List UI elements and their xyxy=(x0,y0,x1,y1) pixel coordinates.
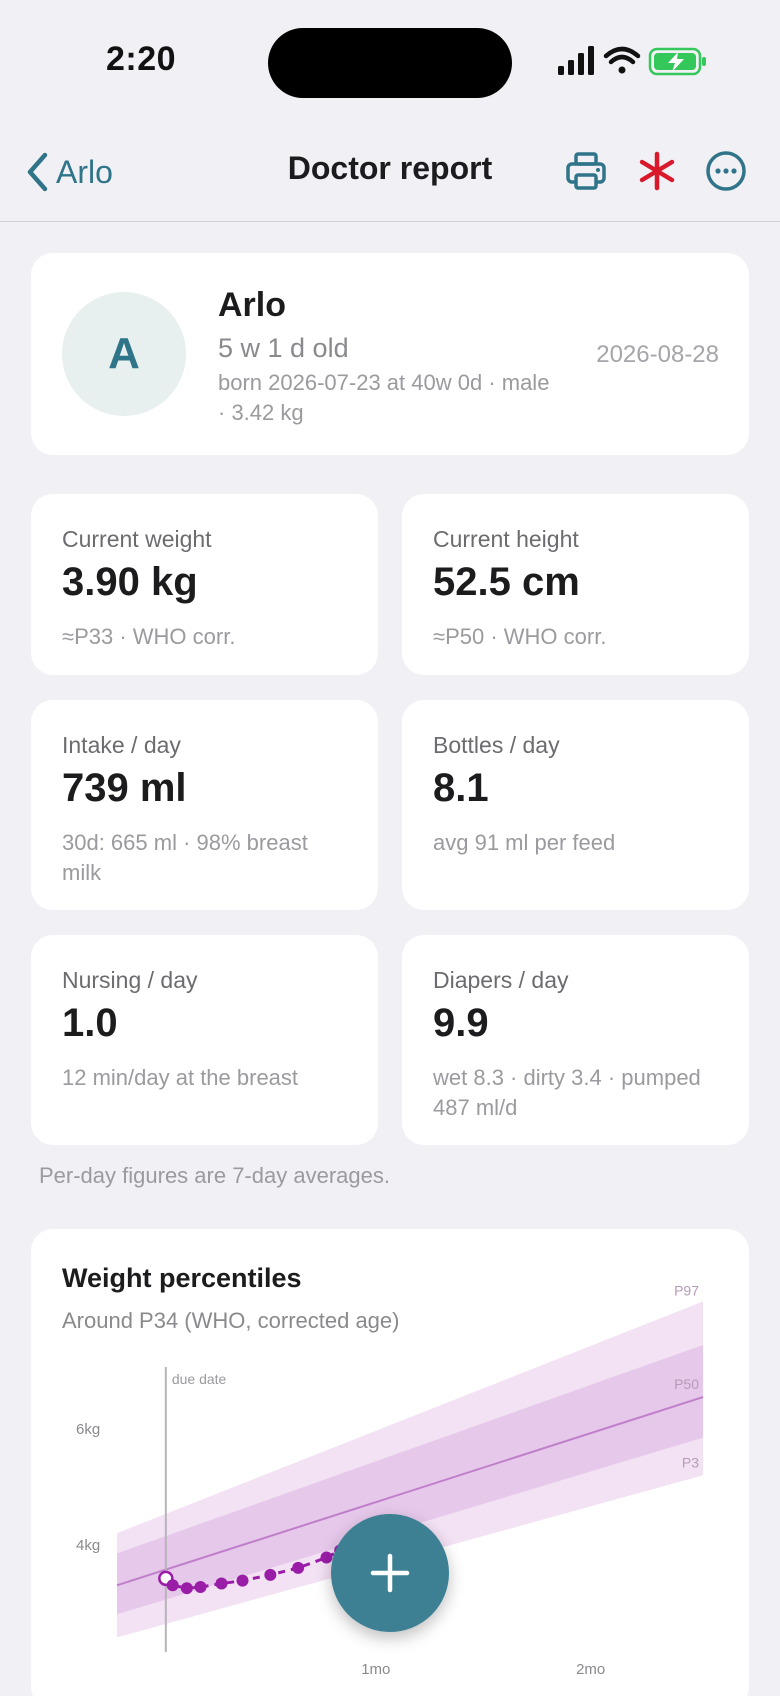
asterisk-icon xyxy=(639,151,675,191)
stat-value: 8.1 xyxy=(433,766,489,810)
child-age: 5 w 1 d old xyxy=(218,333,349,363)
x-tick-label: 2mo xyxy=(576,1661,605,1678)
print-button[interactable] xyxy=(557,142,615,200)
x-tick-label: 1mo xyxy=(361,1661,390,1678)
stat-card-weight: Current weight 3.90 kg ≈P33 · WHO corr. xyxy=(31,494,378,675)
report-date: 2026-08-28 xyxy=(596,341,719,368)
stat-note: 30d: 665 ml · 98% breast milk xyxy=(62,830,308,885)
stat-value: 739 ml xyxy=(62,766,187,810)
stat-note: ≈P50 · WHO corr. xyxy=(433,624,607,649)
stat-value: 1.0 xyxy=(62,1001,118,1045)
stat-card-height: Current height 52.5 cm ≈P50 · WHO corr. xyxy=(402,494,749,675)
stat-card-nursing: Nursing / day 1.0 12 min/day at the brea… xyxy=(31,935,378,1145)
status-bar: 2:20 xyxy=(0,0,780,120)
stat-note: wet 8.3 · dirty 3.4 · pumped 487 ml/d xyxy=(433,1065,701,1120)
status-time: 2:20 xyxy=(106,40,177,78)
status-icons xyxy=(558,46,706,76)
weight-point xyxy=(264,1568,277,1581)
profile-card: A Arlo 5 w 1 d old born 2026-07-23 at 40… xyxy=(31,253,749,455)
y-tick-label: 6kg xyxy=(76,1421,100,1438)
stat-card-diapers: Diapers / day 9.9 wet 8.3 · dirty 3.4 · … xyxy=(402,935,749,1145)
stat-note: ≈P33 · WHO corr. xyxy=(62,624,236,649)
stat-label: Diapers / day xyxy=(433,967,569,993)
more-button[interactable] xyxy=(697,142,755,200)
birth-details: born 2026-07-23 at 40w 0d · male · 3.42 … xyxy=(218,370,550,425)
weight-point xyxy=(236,1574,249,1587)
due-date-label: due date xyxy=(172,1371,227,1387)
stat-value: 9.9 xyxy=(433,1001,489,1045)
stat-label: Bottles / day xyxy=(433,732,560,758)
weight-point xyxy=(180,1582,193,1595)
weight-point xyxy=(215,1577,228,1590)
footnote: Per-day figures are 7-day averages. xyxy=(39,1163,390,1188)
wifi-icon xyxy=(603,46,641,74)
battery-charging-icon xyxy=(648,47,706,76)
stat-label: Nursing / day xyxy=(62,967,198,993)
y-tick-label: 4kg xyxy=(76,1537,100,1554)
signal-icon xyxy=(558,46,594,75)
weight-point xyxy=(320,1551,333,1564)
stat-label: Current height xyxy=(433,526,579,552)
stat-label: Intake / day xyxy=(62,732,181,758)
p3-label: P3 xyxy=(682,1454,699,1470)
printer-icon xyxy=(566,152,606,190)
plus-icon xyxy=(370,1553,410,1593)
stat-value: 52.5 cm xyxy=(433,560,580,604)
child-name: Arlo xyxy=(218,286,286,324)
stat-card-bottles: Bottles / day 8.1 avg 91 ml per feed xyxy=(402,700,749,910)
stat-card-intake: Intake / day 739 ml 30d: 665 ml · 98% br… xyxy=(31,700,378,910)
p97-label: P97 xyxy=(674,1283,699,1299)
p50-label: P50 xyxy=(674,1376,699,1392)
more-icon xyxy=(706,151,746,191)
stat-note: 12 min/day at the breast xyxy=(62,1065,299,1090)
weight-point xyxy=(292,1561,305,1574)
add-entry-button[interactable] xyxy=(331,1514,449,1632)
nav-bar: Arlo Doctor report xyxy=(0,120,780,222)
dynamic-island xyxy=(268,28,512,98)
stat-label: Current weight xyxy=(62,526,212,552)
weight-point xyxy=(166,1579,179,1592)
stat-note: avg 91 ml per feed xyxy=(433,830,616,855)
weight-point xyxy=(194,1581,207,1594)
stat-value: 3.90 kg xyxy=(62,560,198,604)
asterisk-button[interactable] xyxy=(628,142,686,200)
avatar: A xyxy=(62,292,186,416)
